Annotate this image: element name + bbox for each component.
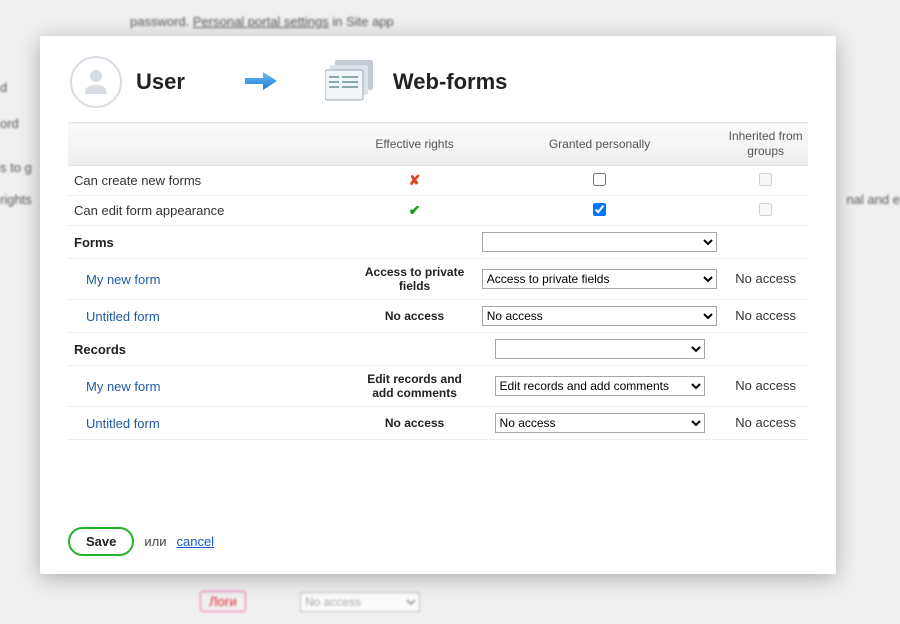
section-title: Forms — [68, 226, 353, 259]
granted-checkbox[interactable] — [593, 173, 606, 186]
records-global-select[interactable] — [495, 339, 705, 359]
inherited-value: No access — [723, 366, 808, 407]
row-records-item: Untitled form No access No access No acc… — [68, 407, 808, 440]
bg-link: Personal portal settings — [193, 14, 329, 29]
save-button[interactable]: Save — [68, 527, 134, 556]
check-icon: ✔ — [409, 202, 421, 218]
section-title: Records — [68, 333, 353, 366]
inherited-checkbox — [759, 203, 772, 216]
modal-footer: Save или cancel — [68, 527, 214, 556]
inherited-checkbox — [759, 173, 772, 186]
permissions-table: Effective rights Granted personally Inhe… — [68, 122, 808, 440]
item-label: Untitled form — [68, 300, 353, 333]
bg-text: password. Personal portal settings in Si… — [130, 14, 394, 29]
col-inherited: Inherited from groups — [723, 123, 808, 166]
permissions-modal: User Web-forms Effective rights Granted … — [40, 36, 836, 574]
col-name — [68, 123, 353, 166]
effective-value: No access — [353, 300, 475, 333]
granted-checkbox[interactable] — [593, 203, 606, 216]
col-effective: Effective rights — [353, 123, 475, 166]
perm-label: Can create new forms — [68, 166, 353, 196]
access-select[interactable]: Edit records and add comments — [495, 376, 705, 396]
user-avatar-icon — [70, 56, 122, 108]
effective-value: Edit records and add comments — [353, 366, 475, 407]
access-select[interactable]: No access — [495, 413, 705, 433]
access-select[interactable]: No access — [482, 306, 718, 326]
cross-icon: ✘ — [409, 172, 421, 188]
bg-tag: Логи — [200, 591, 246, 612]
effective-value: Access to private fields — [353, 259, 475, 300]
item-label: Untitled form — [68, 407, 353, 440]
item-label: My new form — [68, 259, 353, 300]
item-label: My new form — [68, 366, 353, 407]
forms-global-select[interactable] — [482, 232, 718, 252]
section-forms: Forms — [68, 226, 808, 259]
webforms-icon — [325, 60, 379, 105]
effective-value: No access — [353, 407, 475, 440]
row-forms-item: Untitled form No access No access No acc… — [68, 300, 808, 333]
section-records: Records — [68, 333, 808, 366]
row-records-item: My new form Edit records and add comment… — [68, 366, 808, 407]
col-granted: Granted personally — [476, 123, 724, 166]
cancel-link[interactable]: cancel — [176, 534, 214, 549]
perm-label: Can edit form appearance — [68, 196, 353, 226]
row-can-create: Can create new forms ✘ — [68, 166, 808, 196]
modal-header: User Web-forms — [68, 56, 808, 108]
row-forms-item: My new form Access to private fields Acc… — [68, 259, 808, 300]
access-select[interactable]: Access to private fields — [482, 269, 718, 289]
row-can-edit: Can edit form appearance ✔ — [68, 196, 808, 226]
arrow-right-icon — [245, 69, 277, 96]
inherited-value: No access — [723, 300, 808, 333]
or-text: или — [144, 534, 166, 549]
target-title: Web-forms — [393, 69, 508, 95]
user-title: User — [136, 69, 185, 95]
inherited-value: No access — [723, 407, 808, 440]
inherited-value: No access — [723, 259, 808, 300]
